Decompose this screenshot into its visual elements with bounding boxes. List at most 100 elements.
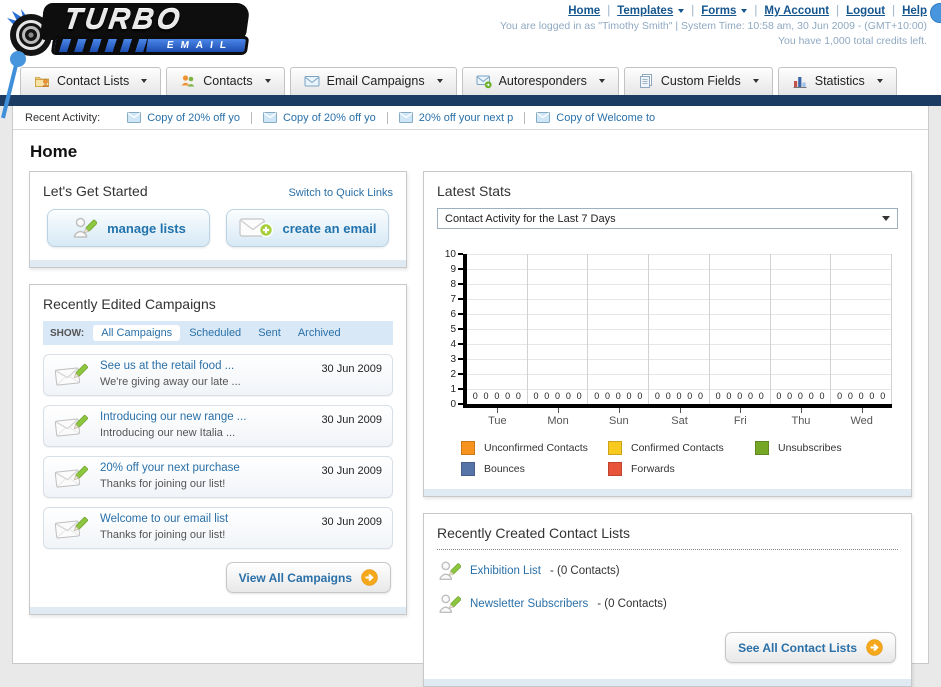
manage-lists-button[interactable]: manage lists <box>47 209 210 247</box>
envelope-icon <box>536 112 550 123</box>
zero-value-label: 0 <box>576 391 582 401</box>
chart-day-column-sun: 00000 <box>588 254 650 404</box>
zero-value-label: 0 <box>654 391 660 401</box>
dotted-separator <box>437 549 898 550</box>
campaign-filter-archived[interactable]: Archived <box>298 327 341 339</box>
top-link-home[interactable]: Home <box>568 5 600 17</box>
y-tick-3: 3 <box>439 354 463 365</box>
campaign-title-link[interactable]: Welcome to our email list <box>100 513 311 525</box>
main-content: Recent Activity: Copy of 20% off yo Copy… <box>12 106 929 687</box>
top-links-list: Home Templates Forms My Account Logout H… <box>500 5 927 17</box>
campaign-item-20-off-your-next-purchase[interactable]: 20% off your next purchase Thanks for jo… <box>43 456 393 498</box>
value-labels-wed: 00000 <box>831 391 891 401</box>
main-tab-email-campaigns[interactable]: Email Campaigns <box>289 67 457 95</box>
navy-divider-bar <box>0 95 941 106</box>
legend-item-confirmed-contacts: Confirmed Contacts <box>608 441 751 455</box>
recent-activity-item-copy-of-welcome-to[interactable]: Copy of Welcome to <box>525 112 666 124</box>
campaign-filter-sent[interactable]: Sent <box>258 327 281 339</box>
campaign-filter-all-campaigns[interactable]: All Campaigns <box>93 325 181 341</box>
latest-stats-title: Latest Stats <box>437 183 511 199</box>
contact-list-count: - (0 Contacts) <box>597 598 667 610</box>
main-tab-statistics[interactable]: Statistics <box>777 67 897 95</box>
zero-value-label: 0 <box>808 391 814 401</box>
main-tab-custom-fields[interactable]: Custom Fields <box>623 67 773 95</box>
zero-value-label: 0 <box>747 391 753 401</box>
recent-activity-item-20-off-your-next-p[interactable]: 20% off your next p <box>388 111 526 124</box>
contact-list-item-newsletter-subscribers[interactable]: Newsletter Subscribers - (0 Contacts) <box>437 592 898 616</box>
person-pencil-icon <box>71 215 97 241</box>
panel-footer-strip <box>30 260 406 267</box>
main-tab-contact-lists[interactable]: Contact Lists <box>20 67 162 95</box>
contact-list-count: - (0 Contacts) <box>549 565 620 577</box>
envelope-pencil-icon <box>54 514 90 542</box>
campaign-filter-scheduled[interactable]: Scheduled <box>189 327 241 339</box>
envelope-pencil-icon <box>54 463 90 491</box>
legend-item-unconfirmed-contacts: Unconfirmed Contacts <box>461 441 604 455</box>
caret-down-icon <box>141 79 148 83</box>
top-link-my-account[interactable]: My Account <box>747 5 829 17</box>
contact-list-name-link[interactable]: Newsletter Subscribers <box>470 598 588 610</box>
zero-value-label: 0 <box>797 391 803 401</box>
campaign-title-link[interactable]: Introducing our new range ... <box>100 411 311 423</box>
contact-list-item-exhibition-list[interactable]: Exhibition List - (0 Contacts) <box>437 559 898 583</box>
logo-stripes <box>54 39 148 52</box>
chart-y-axis: 10 9 8 7 6 5 4 3 2 1 0 <box>439 249 463 410</box>
create-email-button[interactable]: create an email <box>226 209 389 247</box>
campaign-item-introducing-our-new-range[interactable]: Introducing our new range ... Introducin… <box>43 405 393 447</box>
top-link-forms[interactable]: Forms <box>684 5 748 17</box>
y-tick-8: 8 <box>439 279 463 290</box>
x-label-tue: Tue <box>467 408 528 427</box>
main-tab-autoresponders[interactable]: Autoresponders <box>461 67 619 95</box>
turbo-email-logo[interactable]: TURBO EMAIL <box>6 3 251 59</box>
caret-down-icon <box>264 79 271 83</box>
x-label-thu: Thu <box>771 408 832 427</box>
top-link-logout[interactable]: Logout <box>829 5 885 17</box>
get-started-panel: Let's Get Started Switch to Quick Links … <box>29 171 407 268</box>
tab-icon <box>476 73 492 89</box>
chart-day-column-fri: 00000 <box>710 254 771 404</box>
zero-value-label: 0 <box>758 391 764 401</box>
arrow-circle-icon <box>361 569 378 586</box>
chart-day-column-sat: 00000 <box>649 254 710 404</box>
switch-quick-links-link[interactable]: Switch to Quick Links <box>288 187 393 199</box>
y-tick-6: 6 <box>439 309 463 320</box>
select-arrow-icon <box>882 216 890 221</box>
campaign-item-see-us-at-the-retail-food[interactable]: See us at the retail food ... We're givi… <box>43 354 393 396</box>
campaign-item-welcome-to-our-email-list[interactable]: Welcome to our email list Thanks for joi… <box>43 507 393 549</box>
recent-contact-lists-title: Recently Created Contact Lists <box>437 525 630 541</box>
top-link-help[interactable]: Help <box>885 5 927 17</box>
legend-swatch <box>461 462 475 476</box>
zero-value-label: 0 <box>847 391 853 401</box>
recent-activity-item-copy-of-20-off-yo[interactable]: Copy of 20% off yo <box>252 111 388 124</box>
legend-swatch <box>608 462 622 476</box>
legend-swatch <box>461 441 475 455</box>
recent-activity-label: Recent Activity: <box>25 111 101 124</box>
x-label-sat: Sat <box>649 408 710 427</box>
top-link-templates[interactable]: Templates <box>600 5 685 17</box>
envelope-icon <box>399 112 413 123</box>
legend-swatch <box>755 441 769 455</box>
credits-status-text: You have 1,000 total credits left. <box>777 35 927 47</box>
zero-value-label: 0 <box>615 391 621 401</box>
stats-period-select[interactable]: Contact Activity for the Last 7 Days <box>437 208 898 229</box>
campaign-title-link[interactable]: 20% off your next purchase <box>100 462 311 474</box>
zero-value-label: 0 <box>687 391 693 401</box>
see-all-contact-lists-button[interactable]: See All Contact Lists <box>725 632 896 663</box>
person-pencil-icon <box>437 592 461 616</box>
legend-swatch <box>608 441 622 455</box>
zero-value-label: 0 <box>604 391 610 401</box>
y-tick-10: 10 <box>439 249 463 260</box>
zero-value-label: 0 <box>533 391 539 401</box>
login-status-text: You are logged in as "Timothy Smith" | S… <box>500 20 927 32</box>
view-all-campaigns-button[interactable]: View All Campaigns <box>225 562 391 593</box>
campaign-title-link[interactable]: See us at the retail food ... <box>100 360 311 372</box>
main-tab-contacts[interactable]: Contacts <box>166 67 285 95</box>
zero-value-label: 0 <box>515 391 521 401</box>
logo-email-banner: EMAIL <box>50 36 250 55</box>
contact-list-name-link[interactable]: Exhibition List <box>470 565 541 577</box>
zero-value-label: 0 <box>819 391 825 401</box>
y-tick-9: 9 <box>439 264 463 275</box>
campaign-date: 30 Jun 2009 <box>321 465 382 477</box>
legend-item-forwards: Forwards <box>608 462 751 476</box>
recent-activity-item-copy-of-20-off-yo[interactable]: Copy of 20% off yo <box>116 111 252 124</box>
